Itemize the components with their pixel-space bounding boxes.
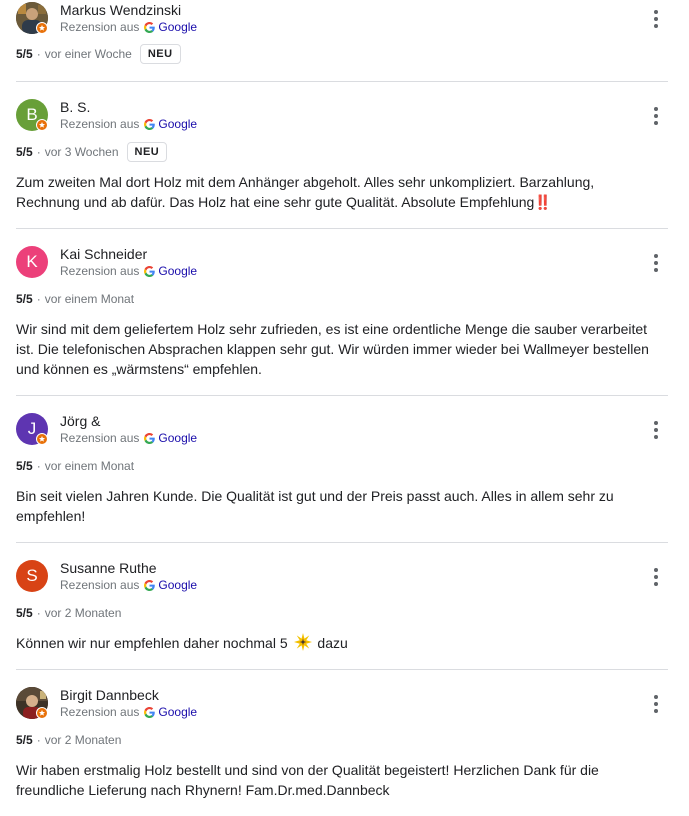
review-time: vor einem Monat	[44, 459, 135, 473]
source-google-link[interactable]: Google	[158, 116, 197, 132]
glowing-star-icon	[293, 633, 312, 651]
review-time: vor einem Monat	[44, 292, 135, 306]
new-badge: NEU	[139, 44, 181, 64]
more-options-icon[interactable]	[650, 253, 662, 273]
separator: ·	[36, 47, 41, 61]
star-icon	[38, 24, 46, 32]
review-text: Wir haben erstmalig Holz bestellt und si…	[16, 762, 599, 798]
source-prefix: Rezension aus	[60, 431, 140, 445]
avatar[interactable]: K	[16, 246, 48, 278]
review-header: Markus Wendzinski Rezension aus Google	[16, 2, 668, 36]
separator: ·	[36, 733, 41, 747]
reviewer-name[interactable]: Kai Schneider	[60, 245, 147, 263]
review-source: Rezension aus Google	[60, 116, 197, 132]
review-meta: 5/5 · vor 2 Monaten	[16, 730, 668, 750]
avatar[interactable]: S	[16, 560, 48, 592]
review-card: B B. S. Rezension aus Google 5/5 · vor 3…	[16, 99, 668, 212]
source-google-link[interactable]: Google	[158, 430, 197, 446]
reviewer-name[interactable]: Birgit Dannbeck	[60, 686, 159, 704]
review-text: Wir sind mit dem geliefertem Holz sehr z…	[16, 321, 649, 377]
review-meta: 5/5 · vor 2 Monaten	[16, 603, 668, 623]
source-google-link[interactable]: Google	[158, 19, 197, 35]
separator: ·	[36, 145, 41, 159]
review-card: S Susanne Ruthe Rezension aus Google 5/5…	[16, 560, 668, 653]
source-prefix: Rezension aus	[60, 264, 140, 278]
review-card: Markus Wendzinski Rezension aus Google 5…	[16, 2, 668, 64]
rating-score: 5/5	[16, 145, 33, 159]
new-badge: NEU	[126, 142, 168, 162]
divider	[16, 542, 668, 543]
source-prefix: Rezension aus	[60, 705, 140, 719]
review-meta: 5/5 · vor 3 Wochen NEU	[16, 142, 668, 162]
google-icon	[144, 22, 155, 33]
more-options-icon[interactable]	[650, 420, 662, 440]
review-meta: 5/5 · vor einem Monat	[16, 456, 668, 476]
divider	[16, 228, 668, 229]
source-google-link[interactable]: Google	[158, 263, 197, 279]
google-icon	[144, 580, 155, 591]
divider	[16, 669, 668, 670]
more-options-icon[interactable]	[650, 694, 662, 714]
rating-score: 5/5	[16, 459, 33, 473]
review-header: J Jörg & Rezension aus Google	[16, 413, 668, 447]
separator: ·	[36, 292, 41, 306]
review-header: Birgit Dannbeck Rezension aus Google	[16, 687, 668, 721]
review-source: Rezension aus Google	[60, 577, 197, 593]
review-card: Birgit Dannbeck Rezension aus Google 5/5…	[16, 687, 668, 800]
review-header: S Susanne Ruthe Rezension aus Google	[16, 560, 668, 594]
reviewer-name[interactable]: Jörg &	[60, 412, 100, 430]
rating-score: 5/5	[16, 292, 33, 306]
review-time: vor 2 Monaten	[44, 733, 122, 747]
google-icon	[144, 707, 155, 718]
google-icon	[144, 119, 155, 130]
review-meta: 5/5 · vor einem Monat	[16, 289, 668, 309]
google-icon	[144, 266, 155, 277]
review-text-part: dazu	[317, 635, 348, 651]
review-card: J Jörg & Rezension aus Google 5/5 · vor …	[16, 413, 668, 526]
divider	[16, 395, 668, 396]
more-options-icon[interactable]	[650, 106, 662, 126]
reviewer-name[interactable]: B. S.	[60, 98, 90, 116]
review-card: K Kai Schneider Rezension aus Google 5/5…	[16, 246, 668, 379]
review-text: Zum zweiten Mal dort Holz mit dem Anhäng…	[16, 174, 595, 210]
review-source: Rezension aus Google	[60, 19, 197, 35]
rating-score: 5/5	[16, 47, 33, 61]
review-text-part: Können wir nur empfehlen daher nochmal 5	[16, 635, 288, 651]
more-options-icon[interactable]	[650, 9, 662, 29]
local-guide-badge-icon	[36, 433, 48, 445]
more-options-icon[interactable]	[650, 567, 662, 587]
local-guide-badge-icon	[36, 22, 48, 34]
star-icon	[38, 709, 46, 717]
review-header: B B. S. Rezension aus Google	[16, 99, 668, 133]
star-icon	[38, 121, 46, 129]
review-source: Rezension aus Google	[60, 430, 197, 446]
review-meta: 5/5 · vor einer Woche NEU	[16, 44, 668, 64]
reviewer-name[interactable]: Susanne Ruthe	[60, 559, 157, 577]
review-header: K Kai Schneider Rezension aus Google	[16, 246, 668, 280]
review-source: Rezension aus Google	[60, 704, 197, 720]
review-source: Rezension aus Google	[60, 263, 197, 279]
divider	[16, 81, 668, 82]
source-prefix: Rezension aus	[60, 578, 140, 592]
rating-score: 5/5	[16, 733, 33, 747]
rating-score: 5/5	[16, 606, 33, 620]
separator: ·	[36, 459, 41, 473]
local-guide-badge-icon	[36, 707, 48, 719]
source-google-link[interactable]: Google	[158, 577, 197, 593]
source-prefix: Rezension aus	[60, 20, 140, 34]
star-icon	[38, 435, 46, 443]
review-time: vor einer Woche	[44, 47, 132, 61]
review-time: vor 3 Wochen	[44, 145, 119, 159]
separator: ·	[36, 606, 41, 620]
source-google-link[interactable]: Google	[158, 704, 197, 720]
review-text: Können wir nur empfehlen daher nochmal 5…	[16, 633, 656, 653]
local-guide-badge-icon	[36, 119, 48, 131]
review-time: vor 2 Monaten	[44, 606, 122, 620]
review-text: Bin seit vielen Jahren Kunde. Die Qualit…	[16, 488, 614, 524]
source-prefix: Rezension aus	[60, 117, 140, 131]
google-icon	[144, 433, 155, 444]
reviewer-name[interactable]: Markus Wendzinski	[60, 1, 181, 19]
